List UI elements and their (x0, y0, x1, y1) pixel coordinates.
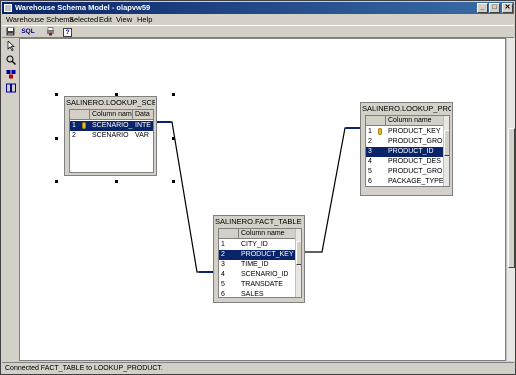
row-number: 2 (221, 251, 225, 258)
column-name: PRODUCT_ID (388, 148, 434, 155)
header-column-name[interactable]: Column name (386, 116, 443, 126)
data-type: VAR (135, 132, 149, 139)
header-number (366, 116, 386, 126)
grid-header: Column name Data (70, 110, 153, 120)
table-fact-table[interactable]: SALINERO.FACT_TABLE Column name 1 CITY_I… (213, 215, 305, 303)
table-lookup-product[interactable]: SALINERO.LOOKUP_PRODUCT Column name 1 PR… (360, 102, 453, 196)
column-name: SALES (241, 291, 264, 298)
row-number: 5 (368, 168, 372, 175)
table-row[interactable]: 3 PRODUCT_ID (366, 147, 449, 157)
table-scrollbar[interactable] (295, 229, 301, 297)
row-number: 6 (221, 291, 225, 298)
row-number: 4 (221, 271, 225, 278)
table-title: SALINERO.FACT_TABLE (215, 217, 302, 226)
column-name: PACKAGE_TYPE (388, 178, 443, 185)
join-line-fact-product (305, 127, 360, 253)
table-row[interactable]: 5 PRODUCT_GRO (366, 167, 449, 177)
table-row[interactable]: 2 PRODUCT_GRO (366, 137, 449, 147)
scrollbar-thumb[interactable] (444, 130, 449, 156)
column-name: PRODUCT_KEY (241, 251, 294, 258)
column-name: PRODUCT_GRO (388, 168, 443, 175)
column-name: PRODUCT_GRO (388, 138, 443, 145)
table-row[interactable]: 3 TIME_ID (219, 260, 301, 270)
column-name: SCENARIO_... (92, 122, 133, 129)
table-row[interactable]: 6 PACKAGE_TYPE (366, 177, 449, 186)
row-number: 3 (368, 148, 372, 155)
resize-handle[interactable] (172, 137, 175, 140)
table-row[interactable]: 1 PRODUCT_KEY (366, 127, 449, 137)
resize-handle[interactable] (172, 180, 175, 183)
row-number: 1 (368, 128, 372, 135)
column-name: TIME_ID (241, 261, 269, 268)
column-name: CITY_ID (241, 241, 268, 248)
table-row[interactable]: 4 PRODUCT_DES (366, 157, 449, 167)
data-type: INTE (135, 122, 151, 129)
column-name: PRODUCT_KEY (388, 128, 441, 135)
table-row[interactable]: 1 CITY_ID (219, 240, 301, 250)
table-lookup-scenario[interactable]: SALINERO.LOOKUP_SCENARIO Column name Dat… (64, 96, 157, 176)
column-grid: Column name Data 1 SCENARIO_... INTE 2 S… (69, 109, 154, 173)
row-number: 2 (72, 132, 76, 139)
table-row[interactable]: 6 SALES (219, 290, 301, 298)
table-row[interactable]: 1 SCENARIO_... INTE (70, 121, 153, 131)
resize-handle[interactable] (115, 93, 118, 96)
table-row[interactable]: 2 PRODUCT_KEY (219, 250, 301, 260)
column-name: SCENARIO_ID (241, 271, 289, 278)
column-name: SCENARIO (92, 132, 129, 139)
join-line-scenario-fact (157, 121, 213, 273)
header-column-name[interactable]: Column name (90, 110, 133, 120)
column-name: PRODUCT_DES (388, 158, 441, 165)
resize-handle[interactable] (115, 180, 118, 183)
table-title: SALINERO.LOOKUP_PRODUCT (362, 104, 451, 113)
grid-header: Column name (219, 229, 301, 239)
resize-handle[interactable] (172, 93, 175, 96)
header-number (70, 110, 90, 120)
column-grid: Column name 1 CITY_ID 2 PRODUCT_KEY 3 TI… (218, 228, 302, 298)
header-column-name[interactable]: Column name (239, 229, 295, 239)
row-number: 1 (72, 122, 76, 129)
table-row[interactable]: 4 SCENARIO_ID (219, 270, 301, 280)
table-title: SALINERO.LOOKUP_SCENARIO (66, 98, 155, 107)
row-number: 2 (368, 138, 372, 145)
header-number (219, 229, 239, 239)
primary-key-icon (80, 121, 90, 131)
table-row[interactable]: 5 TRANSDATE (219, 280, 301, 290)
scrollbar-thumb[interactable] (296, 241, 301, 265)
row-number: 1 (221, 241, 225, 248)
resize-handle[interactable] (55, 137, 58, 140)
header-data-type[interactable]: Data (133, 110, 153, 120)
table-row[interactable]: 2 SCENARIO VAR (70, 131, 153, 141)
resize-handle[interactable] (55, 180, 58, 183)
row-number: 5 (221, 281, 225, 288)
column-name: TRANSDATE (241, 281, 283, 288)
table-scrollbar[interactable] (443, 116, 449, 186)
primary-key-icon (376, 127, 386, 137)
row-number: 6 (368, 178, 372, 185)
resize-handle[interactable] (55, 93, 58, 96)
column-grid: Column name 1 PRODUCT_KEY 2 PRODUCT_GRO … (365, 115, 450, 187)
row-number: 3 (221, 261, 225, 268)
row-number: 4 (368, 158, 372, 165)
grid-header: Column name (366, 116, 449, 126)
